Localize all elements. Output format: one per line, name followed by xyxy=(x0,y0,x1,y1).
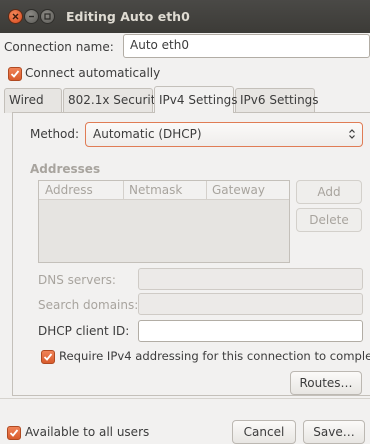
connection-name-input[interactable]: Auto eth0 xyxy=(123,34,370,58)
dhcp-client-id-label: DHCP client ID: xyxy=(38,324,130,338)
connect-automatically-label: Connect automatically xyxy=(25,66,161,80)
require-ipv4-checkbox[interactable] xyxy=(41,350,55,364)
column-address: Address xyxy=(45,183,93,197)
checkmark-icon xyxy=(43,353,53,361)
tab-ipv4-settings[interactable]: IPv4 Settings xyxy=(154,86,238,113)
tab-8021x-security[interactable]: 802.1x Security xyxy=(63,88,163,113)
addresses-table: Address Netmask Gateway xyxy=(38,180,290,263)
maximize-icon xyxy=(44,13,51,20)
maximize-window-button[interactable] xyxy=(40,9,55,24)
available-to-all-users-checkbox[interactable] xyxy=(7,426,21,440)
checkmark-icon xyxy=(9,429,19,437)
tab-wired[interactable]: Wired xyxy=(4,88,62,113)
column-netmask: Netmask xyxy=(123,181,182,200)
connect-automatically-checkbox[interactable] xyxy=(8,67,22,81)
method-label: Method: xyxy=(30,127,80,141)
checkmark-icon xyxy=(10,70,20,78)
search-domains-label: Search domains: xyxy=(38,298,139,312)
footer-divider xyxy=(0,398,370,399)
title-bar: Editing Auto eth0 xyxy=(0,0,370,33)
dns-servers-input[interactable] xyxy=(138,268,363,290)
close-icon xyxy=(12,13,19,20)
search-domains-input[interactable] xyxy=(138,293,363,315)
method-value: Automatic (DHCP) xyxy=(93,127,202,141)
cancel-button[interactable]: Cancel xyxy=(232,420,296,444)
dhcp-client-id-input[interactable] xyxy=(138,320,363,342)
column-gateway: Gateway xyxy=(206,181,265,200)
updown-chevron-icon xyxy=(349,129,355,139)
delete-address-button[interactable]: Delete xyxy=(296,208,362,232)
addresses-heading: Addresses xyxy=(30,162,101,176)
dns-servers-label: DNS servers: xyxy=(38,273,116,287)
tab-ipv6-settings[interactable]: IPv6 Settings xyxy=(235,88,319,113)
minimize-window-button[interactable] xyxy=(24,9,39,24)
available-to-all-users-label: Available to all users xyxy=(25,425,150,439)
require-ipv4-label: Require IPv4 addressing for this connect… xyxy=(59,349,370,363)
window-title: Editing Auto eth0 xyxy=(66,9,190,24)
connection-name-label: Connection name: xyxy=(4,40,114,54)
close-window-button[interactable] xyxy=(8,9,23,24)
save-button[interactable]: Save… xyxy=(303,420,365,444)
minimize-icon xyxy=(29,15,34,18)
method-select[interactable]: Automatic (DHCP) xyxy=(85,122,363,147)
addresses-table-header: Address Netmask Gateway xyxy=(39,181,289,200)
routes-button[interactable]: Routes… xyxy=(290,371,362,395)
add-address-button[interactable]: Add xyxy=(296,180,362,204)
